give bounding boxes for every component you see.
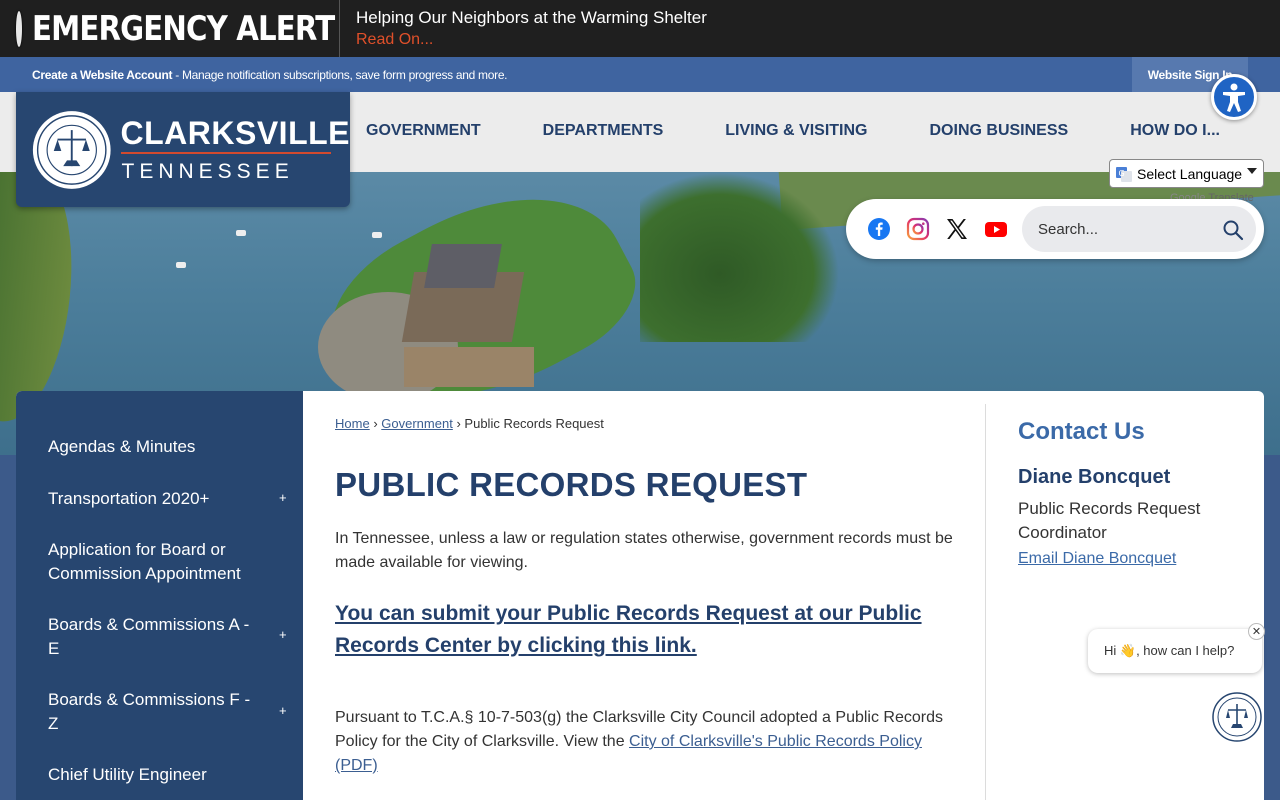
hero-boat — [176, 262, 186, 268]
sidebar-item-board-application[interactable]: Application for Board or Commission Appo… — [48, 538, 258, 586]
sidebar-item-boards-f-z[interactable]: Boards & Commissions F - Z — [48, 688, 258, 736]
breadcrumb-current: Public Records Request — [464, 416, 604, 431]
breadcrumb-government[interactable]: Government — [381, 416, 453, 431]
x-icon[interactable] — [945, 217, 969, 241]
alert-label-block: EMERGENCY ALERT — [0, 0, 340, 57]
breadcrumb-separator: › — [373, 416, 378, 431]
language-select-value: Select Language — [1137, 165, 1243, 182]
chat-close-icon[interactable]: ✕ — [1248, 623, 1265, 640]
accessibility-button[interactable] — [1211, 74, 1257, 120]
alert-light-icon — [16, 10, 22, 47]
alert-read-on-link[interactable]: Read On... — [356, 29, 707, 51]
hero-boat — [236, 230, 246, 236]
hero-lodge-roof — [424, 244, 502, 288]
expand-icon[interactable]: + — [279, 703, 287, 718]
logo-rule — [120, 151, 331, 154]
create-account-desc: - Manage notification subscriptions, sav… — [172, 67, 508, 82]
nav-departments[interactable]: DEPARTMENTS — [543, 122, 664, 140]
logo-state: TENNESSEE — [121, 159, 294, 183]
instagram-icon[interactable] — [906, 217, 930, 241]
expand-icon[interactable]: + — [279, 627, 287, 642]
search-box — [1022, 206, 1256, 252]
breadcrumb-home[interactable]: Home — [335, 416, 370, 431]
hero-boat — [372, 232, 382, 238]
page-title: PUBLIC RECORDS REQUEST — [335, 466, 808, 503]
search-input[interactable] — [1038, 218, 1218, 240]
alert-headline[interactable]: Helping Our Neighbors at the Warming She… — [356, 7, 707, 29]
account-bar: Create a Website Account - Manage notifi… — [0, 57, 1280, 92]
sidebar: Agendas & Minutes Transportation 2020+ +… — [16, 391, 303, 800]
emergency-alert-bar: EMERGENCY ALERT Helping Our Neighbors at… — [0, 0, 1280, 57]
youtube-icon[interactable] — [984, 217, 1008, 241]
city-seal-icon — [32, 110, 111, 189]
contact-heading: Contact Us — [1018, 418, 1145, 445]
sidebar-item-agendas[interactable]: Agendas & Minutes — [48, 435, 258, 459]
svg-text:G: G — [1119, 169, 1125, 178]
policy-paragraph: Pursuant to T.C.A.§ 10-7-503(g) the Clar… — [335, 706, 965, 778]
logo-city: CLARKSVILLE — [120, 114, 350, 151]
hero-steps — [404, 347, 534, 387]
create-account-text: Create a Website Account - Manage notifi… — [32, 67, 508, 82]
nav-government[interactable]: GOVERNMENT — [366, 122, 481, 140]
accessibility-icon — [1223, 83, 1245, 112]
hero-shore-left — [0, 172, 84, 428]
language-select[interactable]: G Select Language — [1109, 159, 1264, 188]
nav-how-do-i[interactable]: HOW DO I... — [1130, 122, 1220, 140]
intro-paragraph: In Tennessee, unless a law or regulation… — [335, 530, 953, 571]
create-account-link[interactable]: Create a Website Account — [32, 68, 172, 82]
chat-launcher-icon[interactable] — [1212, 692, 1262, 742]
chat-bubble[interactable]: Hi 👋, how can I help? — [1088, 629, 1262, 673]
column-divider — [985, 404, 986, 800]
breadcrumb-separator: › — [456, 416, 461, 431]
sidebar-item-boards-a-e[interactable]: Boards & Commissions A - E — [48, 613, 258, 661]
contact-role: Public Records Request Coordinator — [1018, 499, 1201, 542]
expand-icon[interactable]: + — [279, 490, 287, 505]
hero-trees — [640, 172, 840, 342]
nav-living-visiting[interactable]: LIVING & VISITING — [725, 122, 867, 140]
breadcrumb: Home › Government › Public Records Reque… — [335, 416, 604, 431]
chevron-down-icon — [1247, 168, 1257, 174]
contact-name: Diane Boncquet — [1018, 466, 1171, 488]
nav-doing-business[interactable]: DOING BUSINESS — [930, 122, 1069, 140]
google-translate-icon: G — [1116, 166, 1132, 182]
search-icon[interactable] — [1222, 219, 1244, 241]
sidebar-item-chief-utility[interactable]: Chief Utility Engineer — [48, 763, 258, 787]
site-logo[interactable]: CLARKSVILLE TENNESSEE — [16, 92, 350, 207]
alert-title: EMERGENCY ALERT — [32, 8, 335, 49]
logo-text: CLARKSVILLE TENNESSEE — [120, 114, 351, 184]
sidebar-item-transportation[interactable]: Transportation 2020+ — [48, 487, 258, 511]
social-search-bar — [846, 199, 1264, 259]
public-records-center-link[interactable]: You can submit your Public Records Reque… — [335, 598, 955, 662]
facebook-icon[interactable] — [867, 217, 891, 241]
contact-email-link[interactable]: Email Diane Boncquet — [1018, 550, 1176, 568]
alert-message[interactable]: Helping Our Neighbors at the Warming She… — [356, 7, 707, 51]
